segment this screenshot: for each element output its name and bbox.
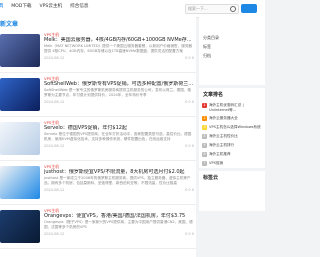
rank-text[interactable]: 海外云主机排行 [209,143,234,148]
nav-item-vps[interactable]: VPS云主机 [40,3,63,9]
rank-number: 7 [202,161,207,167]
post-stats: 0 0 0 [185,143,194,148]
rank-number: 3 [202,125,207,131]
rank-item[interactable]: 7 VPS促销 [199,159,265,168]
post-stats: 0 0 0 [185,55,194,60]
post-excerpt: SoftShellWeb 是一家专注的俄罗斯机房服务商提供主机服务的公司，发布以… [44,87,192,97]
section-title: 新文章 [0,21,19,28]
rank-text[interactable]: 海外主机优惠码汇总 | Uniinternet等... [209,103,262,112]
post-item[interactable]: VPS主机 Servelo：德国VPS促销，年付$12起 Servelo 是位于… [0,117,196,161]
post-stats: 0 0 0 [185,99,194,104]
rank-number: 1 [202,103,207,108]
search-button[interactable] [241,4,257,13]
rank-number: 6 [202,152,207,158]
search-input[interactable]: 搜索一下... [185,4,239,14]
tags-widget: 标签云 [199,171,265,212]
post-item[interactable]: VPS主机 Melk：美国云服务器，4核/4GB内存/60GB+1000GB N… [0,29,196,73]
rank-text[interactable]: VPS促销 [209,161,223,166]
top-navbar: 首页 MOD下载 VPS云主机 综合信息 搜索一下... [0,0,265,18]
post-item[interactable]: VPS主机 justhost：俄罗斯便宜VPS/不限流量，8大机房可选月付$2.… [0,161,196,205]
post-date: 2024-08-12 [44,143,65,148]
sidebar-links-widget: 分类目录 标签 归档 [199,17,265,85]
search-placeholder: 搜索一下... [188,6,208,11]
rank-text[interactable]: 海外云服务器大全 [209,116,238,121]
post-excerpt: Orangevps（橙子VPS）是一家新兴的VPS提供商，主要为中国用户提供香港… [44,219,193,229]
post-title[interactable]: justhost：俄罗斯便宜VPS/不限流量，8大机房可选月付$2.0起 [44,169,194,176]
post-stats: 0 0 0 [185,231,194,236]
post-thumbnail[interactable] [0,210,40,243]
post-excerpt: Servelo 是位于德国的VPS提供商，在全年打折活动中，各种配置类型可选，高… [44,131,192,141]
post-date: 2024-08-12 [44,231,65,236]
post-excerpt: justhost 是一家成立于2006年的俄罗斯主机服务商，提供VPS、独立服务… [44,175,191,185]
rank-item[interactable]: 5 海外云主机排行 [199,141,265,150]
sidebar-link[interactable]: 归档 [203,53,211,59]
post-title[interactable]: Orangevps：便宜VPS，香港/美国/德国/法国机房，年付$3.75 [44,213,194,220]
post-thumbnail[interactable] [0,122,40,155]
post-excerpt: Melk（MAT NETWORK LIMITED）提供一个美国云服务器套餐，以新… [44,43,193,53]
sidebar: 分类目录 标签 归档 文章排名 1 海外主机优惠码汇总 | Uniinternet… [199,17,265,214]
post-thumbnail[interactable] [0,34,40,67]
post-thumbnail[interactable] [0,166,40,199]
post-item[interactable]: VPS主机 SoftShellWeb：俄罗斯专有VPS促销，可选多种配置/俄罗斯… [0,73,196,117]
rank-number: 2 [202,116,207,122]
post-thumbnail[interactable] [0,78,40,111]
rank-number: 4 [202,134,207,140]
post-list: 新文章 VPS主机 Melk：美国云服务器，4核/4GB内存/60GB+1000… [0,17,196,257]
rank-text[interactable]: VPS主机怎么选择Windows系统 [209,125,261,130]
post-date: 2024-08-12 [44,55,65,60]
rank-item[interactable]: 1 海外主机优惠码汇总 | Uniinternet等... [199,101,265,114]
rank-item[interactable]: 2 海外云服务器大全 [199,114,265,123]
search-icon [230,6,236,12]
post-stats: 0 0 0 [185,187,194,192]
post-item[interactable]: VPS主机 Orangevps：便宜VPS，香港/美国/德国/法国机房，年付$3… [0,205,196,249]
rank-item[interactable]: 3 VPS主机怎么选择Windows系统 [199,123,265,132]
sidebar-link[interactable]: 分类目录 [203,35,219,41]
post-title[interactable]: SoftShellWeb：俄罗斯专有VPS促销，可选多种配置/俄罗斯荷兰... [44,81,194,88]
rank-item[interactable]: 6 海外主机推荐 [199,150,265,159]
nav-item-info[interactable]: 综合信息 [70,3,88,9]
post-date: 2024-08-12 [44,99,65,104]
nav-item-mod[interactable]: MOD下载 [11,3,31,9]
post-date: 2024-08-12 [44,187,65,192]
rank-item[interactable]: 4 海外云主机性价比 [199,132,265,141]
rank-text[interactable]: 海外云主机性价比 [209,134,238,139]
nav-item-home[interactable]: 首页 [0,3,3,9]
rank-number: 5 [202,143,207,149]
post-title[interactable]: Melk：美国云服务器，4核/4GB内存/60GB+1000GB NVMe存..… [44,37,194,44]
main-nav: 首页 MOD下载 VPS云主机 综合信息 [0,3,89,9]
rank-text[interactable]: 海外主机推荐 [209,152,231,157]
widget-title: 文章排名 [203,92,224,98]
widget-title: 标签云 [203,175,219,182]
sidebar-link[interactable]: 标签 [203,44,211,50]
ranking-widget: 文章排名 1 海外主机优惠码汇总 | Uniinternet等... 2 海外云服务… [199,88,265,169]
